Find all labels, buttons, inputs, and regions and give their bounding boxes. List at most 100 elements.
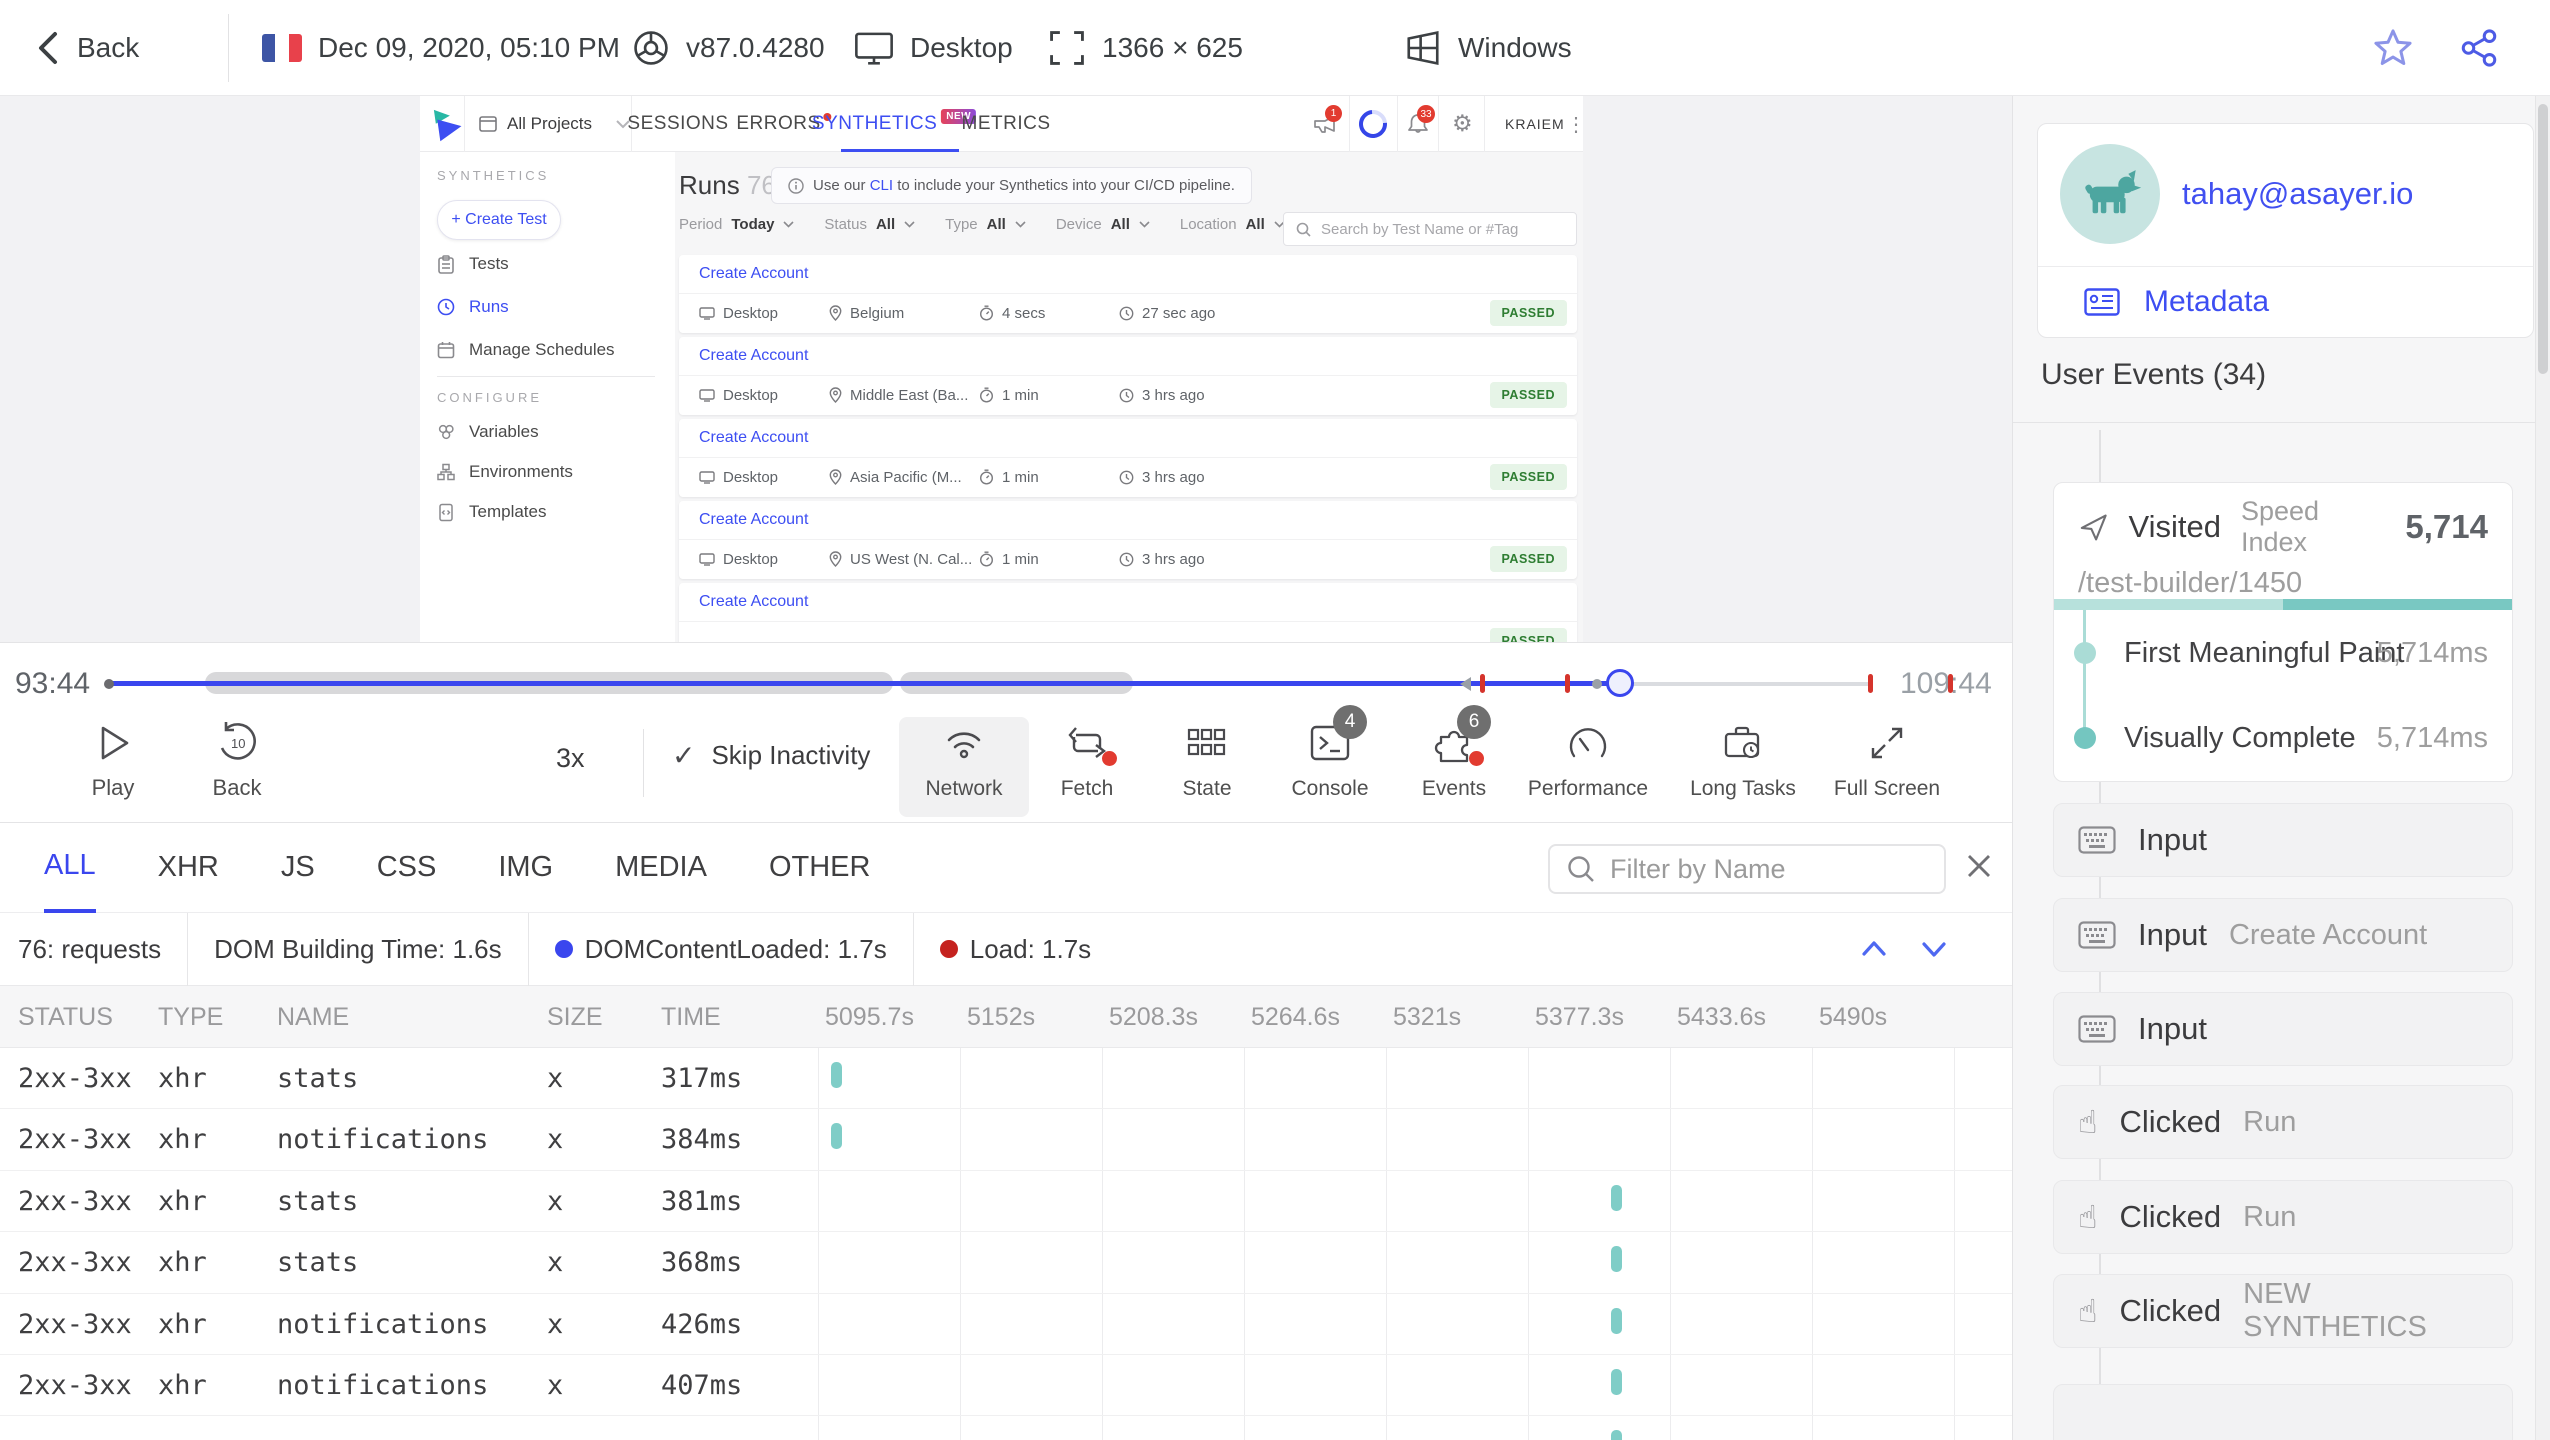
stopwatch-icon [979,387,994,403]
jump-next-button[interactable] [1912,927,1956,971]
animal-avatar-icon [2085,170,2142,214]
location-pin-icon [829,469,842,485]
info-icon [788,177,804,194]
announcements-badge: 1 [1325,105,1342,122]
back-button[interactable]: Back [35,0,139,96]
col-status: STATUS [18,1002,113,1031]
keyboard-icon [2078,826,2116,854]
browser-version-label: v87.0.4280 [686,32,825,63]
calendar-icon [437,342,455,359]
kebab-menu-icon: ⋮ [1566,114,1583,136]
event-card-clicked[interactable]: ☝ Clicked NEW SYNTHETICS [2053,1274,2513,1348]
run-test-name: Create Account [679,337,1577,376]
network-request-row[interactable]: 2xx-3xx xhr notifications x 384ms [0,1109,2012,1171]
speed-toggle[interactable]: 3x [556,743,585,774]
jump-prev-button[interactable] [1852,927,1896,971]
col-size: SIZE [547,1002,603,1031]
network-request-row[interactable]: 2xx-3xx xhr stats x 381ms [0,1171,2012,1233]
network-request-row[interactable]: 2xx-3xx xhr notifications x 407ms [0,1355,2012,1417]
sidebar-section-configure: CONFIGURE [437,390,542,405]
time-icon [1119,552,1134,566]
panel-button-events[interactable]: 6 Events [1389,705,1519,817]
event-card-clicked[interactable]: ☝ Clicked Run [2053,1085,2513,1159]
run-card: Create Account PASSED [679,583,1577,642]
total-time: 109:44 [1900,667,1992,700]
replay-stage[interactable]: All Projects SESSIONS ERRORS SYNTHETICS … [0,96,2012,642]
event-marker-red [1480,674,1485,693]
event-card-clicked[interactable]: ☝ Clicked Run [2053,1180,2513,1254]
panel-button-long-tasks[interactable]: Long Tasks [1678,717,1808,817]
panel-button-performance[interactable]: Performance [1523,717,1653,817]
divider [2013,422,2550,423]
close-panel-button[interactable] [1962,849,1996,883]
user-card: tahay@asayer.io Metadata [2037,123,2534,338]
france-flag-icon [262,34,302,62]
wifi-icon [947,732,981,759]
play-button[interactable]: Play [58,721,168,801]
requests-count: 76: requests [18,933,162,964]
metadata-button[interactable]: Metadata [2038,267,2533,337]
svg-text:10: 10 [231,736,245,751]
os-label: Windows [1458,32,1572,63]
event-marker-red [1868,674,1873,693]
fmp-label: First Meaningful Paint [2124,636,2405,669]
waterfall-bar [1611,1184,1622,1211]
network-request-row[interactable] [0,1416,2012,1440]
panel-button-console[interactable]: 4 Console [1265,705,1395,817]
runs-filters: Period Today Status All Type All Device All … [679,210,1285,238]
current-time: 93:44 [15,667,91,700]
tab-img[interactable]: IMG [498,823,553,913]
filter-device: Device All [1056,216,1150,233]
rewind-10-icon: 10 [220,722,256,760]
network-panel: ALL XHR JS CSS IMG MEDIA OTHER 76: reque… [0,822,2012,1440]
scrollbar-thumb[interactable] [2538,104,2548,374]
favorite-button[interactable] [2372,0,2414,96]
red-dot [1469,751,1484,766]
template-file-icon [439,503,453,521]
cli-info-note: Use our CLI to include your Synthetics i… [771,167,1252,204]
fullscreen-icon [1871,727,1903,759]
tab-all[interactable]: ALL [44,823,96,913]
filter-period: Period Today [679,216,794,233]
device-type: Desktop [854,0,1013,96]
back-10s-button[interactable]: 10 Back [182,721,292,801]
asayer-logo-icon [433,109,462,142]
filter-input[interactable] [1610,853,1910,885]
panel-button-state[interactable]: State [1142,717,1272,817]
network-request-row[interactable]: 2xx-3xx xhr stats x 317ms [0,1048,2012,1110]
id-card-icon [2084,288,2120,316]
panel-button-full-screen[interactable]: Full Screen [1822,717,1952,817]
chevron-left-icon [39,32,57,64]
event-card-partial[interactable] [2053,1384,2513,1440]
panel-button-network[interactable]: Network [899,717,1029,817]
stopwatch-icon [979,305,994,321]
network-request-row[interactable]: 2xx-3xx xhr notifications x 426ms [0,1294,2012,1355]
filter-by-name-box [1548,844,1946,894]
tab-other[interactable]: OTHER [769,823,871,913]
event-marker-red [1948,674,1953,693]
tab-js[interactable]: JS [281,823,315,913]
event-card-input[interactable]: Input [2053,803,2513,877]
stopwatch-icon [979,551,994,567]
user-email-link[interactable]: tahay@asayer.io [2182,124,2413,264]
playhead-handle[interactable] [1606,669,1634,697]
environments-icon [437,463,455,481]
tab-css[interactable]: CSS [377,823,437,913]
vc-dot [2074,727,2096,749]
panel-button-fetch[interactable]: Fetch [1022,717,1152,817]
visited-event-card[interactable]: Visited Speed Index 5,714 /test-builder/… [2053,482,2513,782]
network-request-row[interactable]: 2xx-3xx xhr stats x 368ms [0,1232,2012,1294]
share-button[interactable] [2458,0,2500,96]
keyboard-icon [2078,1015,2116,1043]
event-card-input[interactable]: Input [2053,992,2513,1066]
skip-inactivity-toggle[interactable]: ✓ Skip Inactivity [672,739,870,772]
event-card-input[interactable]: Input Create Account [2053,898,2513,972]
tab-media[interactable]: MEDIA [615,823,707,913]
check-icon: ✓ [672,739,696,772]
sidebar-item-runs: Runs [437,289,509,325]
tab-xhr[interactable]: XHR [158,823,219,913]
time-tick: 5208.3s [1109,1002,1198,1031]
pointer-hand-icon: ☝ [2078,1292,2098,1330]
share-icon [2461,29,2497,67]
load-time: Load: 1.7s [914,934,1117,965]
